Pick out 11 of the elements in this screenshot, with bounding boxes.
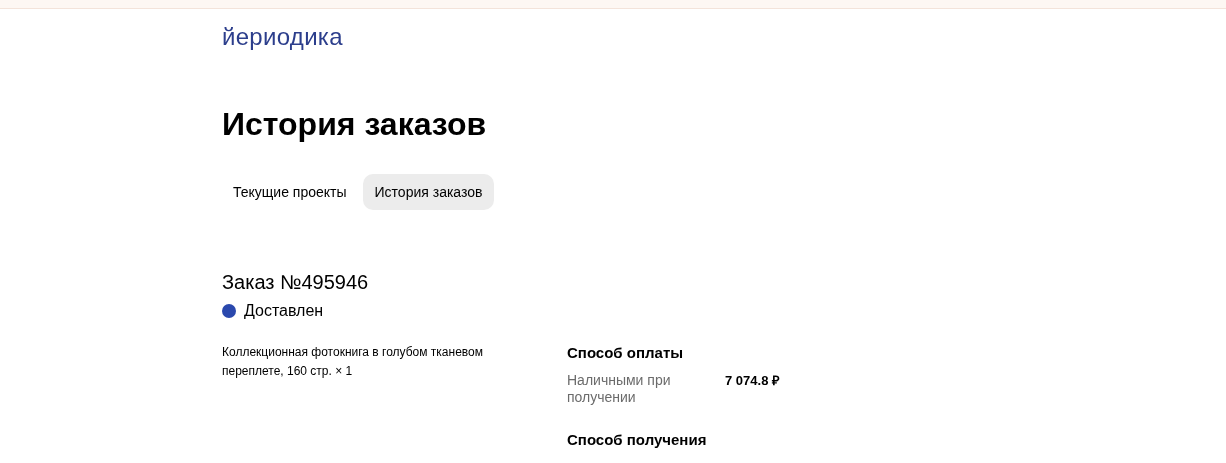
logo[interactable]: йериодика	[222, 22, 343, 52]
payment-method: Наличными при получении	[567, 372, 672, 406]
page-title: История заказов	[222, 105, 488, 144]
order-item: Коллекционная фотокнига в голубом тканевом переплете, 160 стр. × 1	[222, 344, 484, 380]
payment-amount: 7 074.8 ₽	[725, 372, 780, 390]
section-heading: Способ получения	[567, 430, 708, 450]
tab[interactable]: Текущие проекты	[221, 174, 359, 210]
tab[interactable]: История заказов	[362, 174, 495, 210]
status-label: Доставлен	[244, 301, 324, 321]
section-heading: Способ оплаты	[567, 343, 685, 363]
order-title: Заказ №495946	[222, 270, 370, 295]
